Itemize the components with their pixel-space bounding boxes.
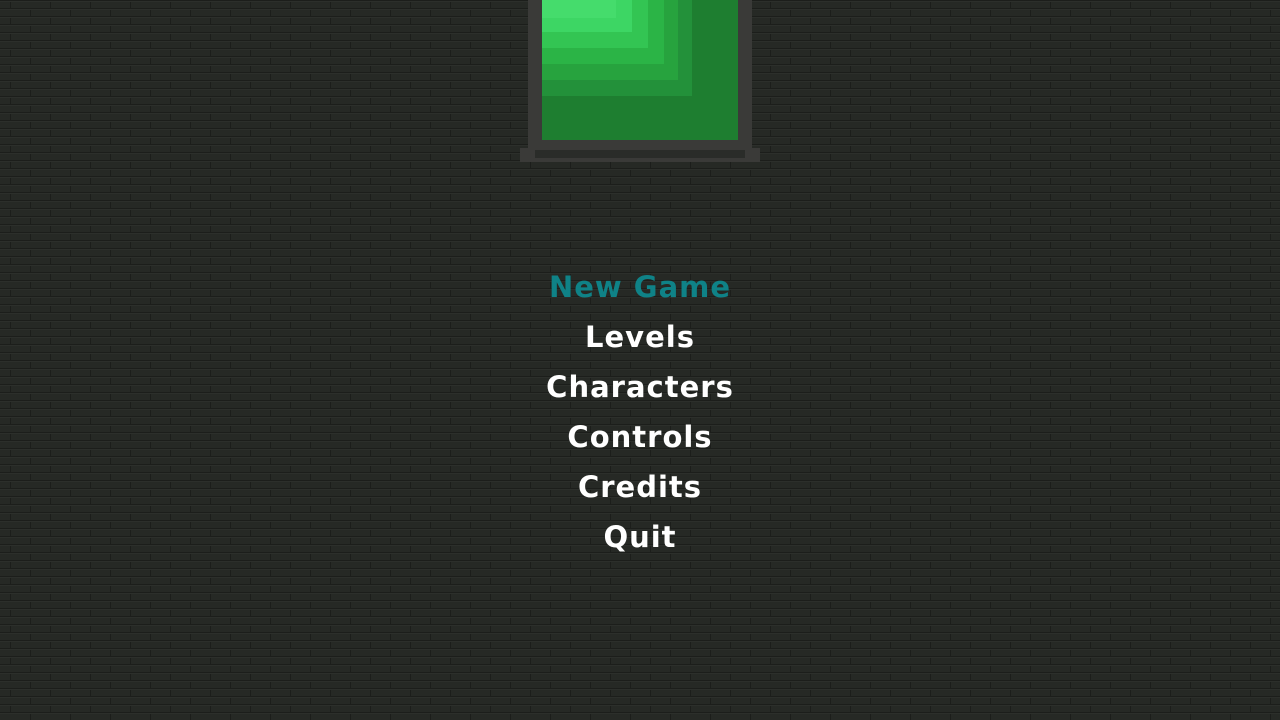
banner-base-shadow (535, 150, 745, 158)
menu-item-credits[interactable]: Credits (0, 462, 1280, 512)
menu-item-characters[interactable]: Characters (0, 362, 1280, 412)
menu-item-label: Characters (546, 370, 734, 404)
menu-item-controls[interactable]: Controls (0, 412, 1280, 462)
menu-item-quit[interactable]: Quit (0, 512, 1280, 562)
menu-item-label: Levels (585, 320, 695, 354)
green-banner-icon (542, 0, 738, 140)
menu-item-label: Controls (567, 420, 713, 454)
main-menu: New Game Levels Characters Controls Cred… (0, 262, 1280, 562)
menu-item-label: New Game (548, 270, 732, 304)
menu-item-new-game[interactable]: New Game (0, 262, 1280, 312)
menu-item-label: Quit (603, 520, 677, 554)
menu-item-levels[interactable]: Levels (0, 312, 1280, 362)
menu-item-label: Credits (577, 470, 703, 504)
